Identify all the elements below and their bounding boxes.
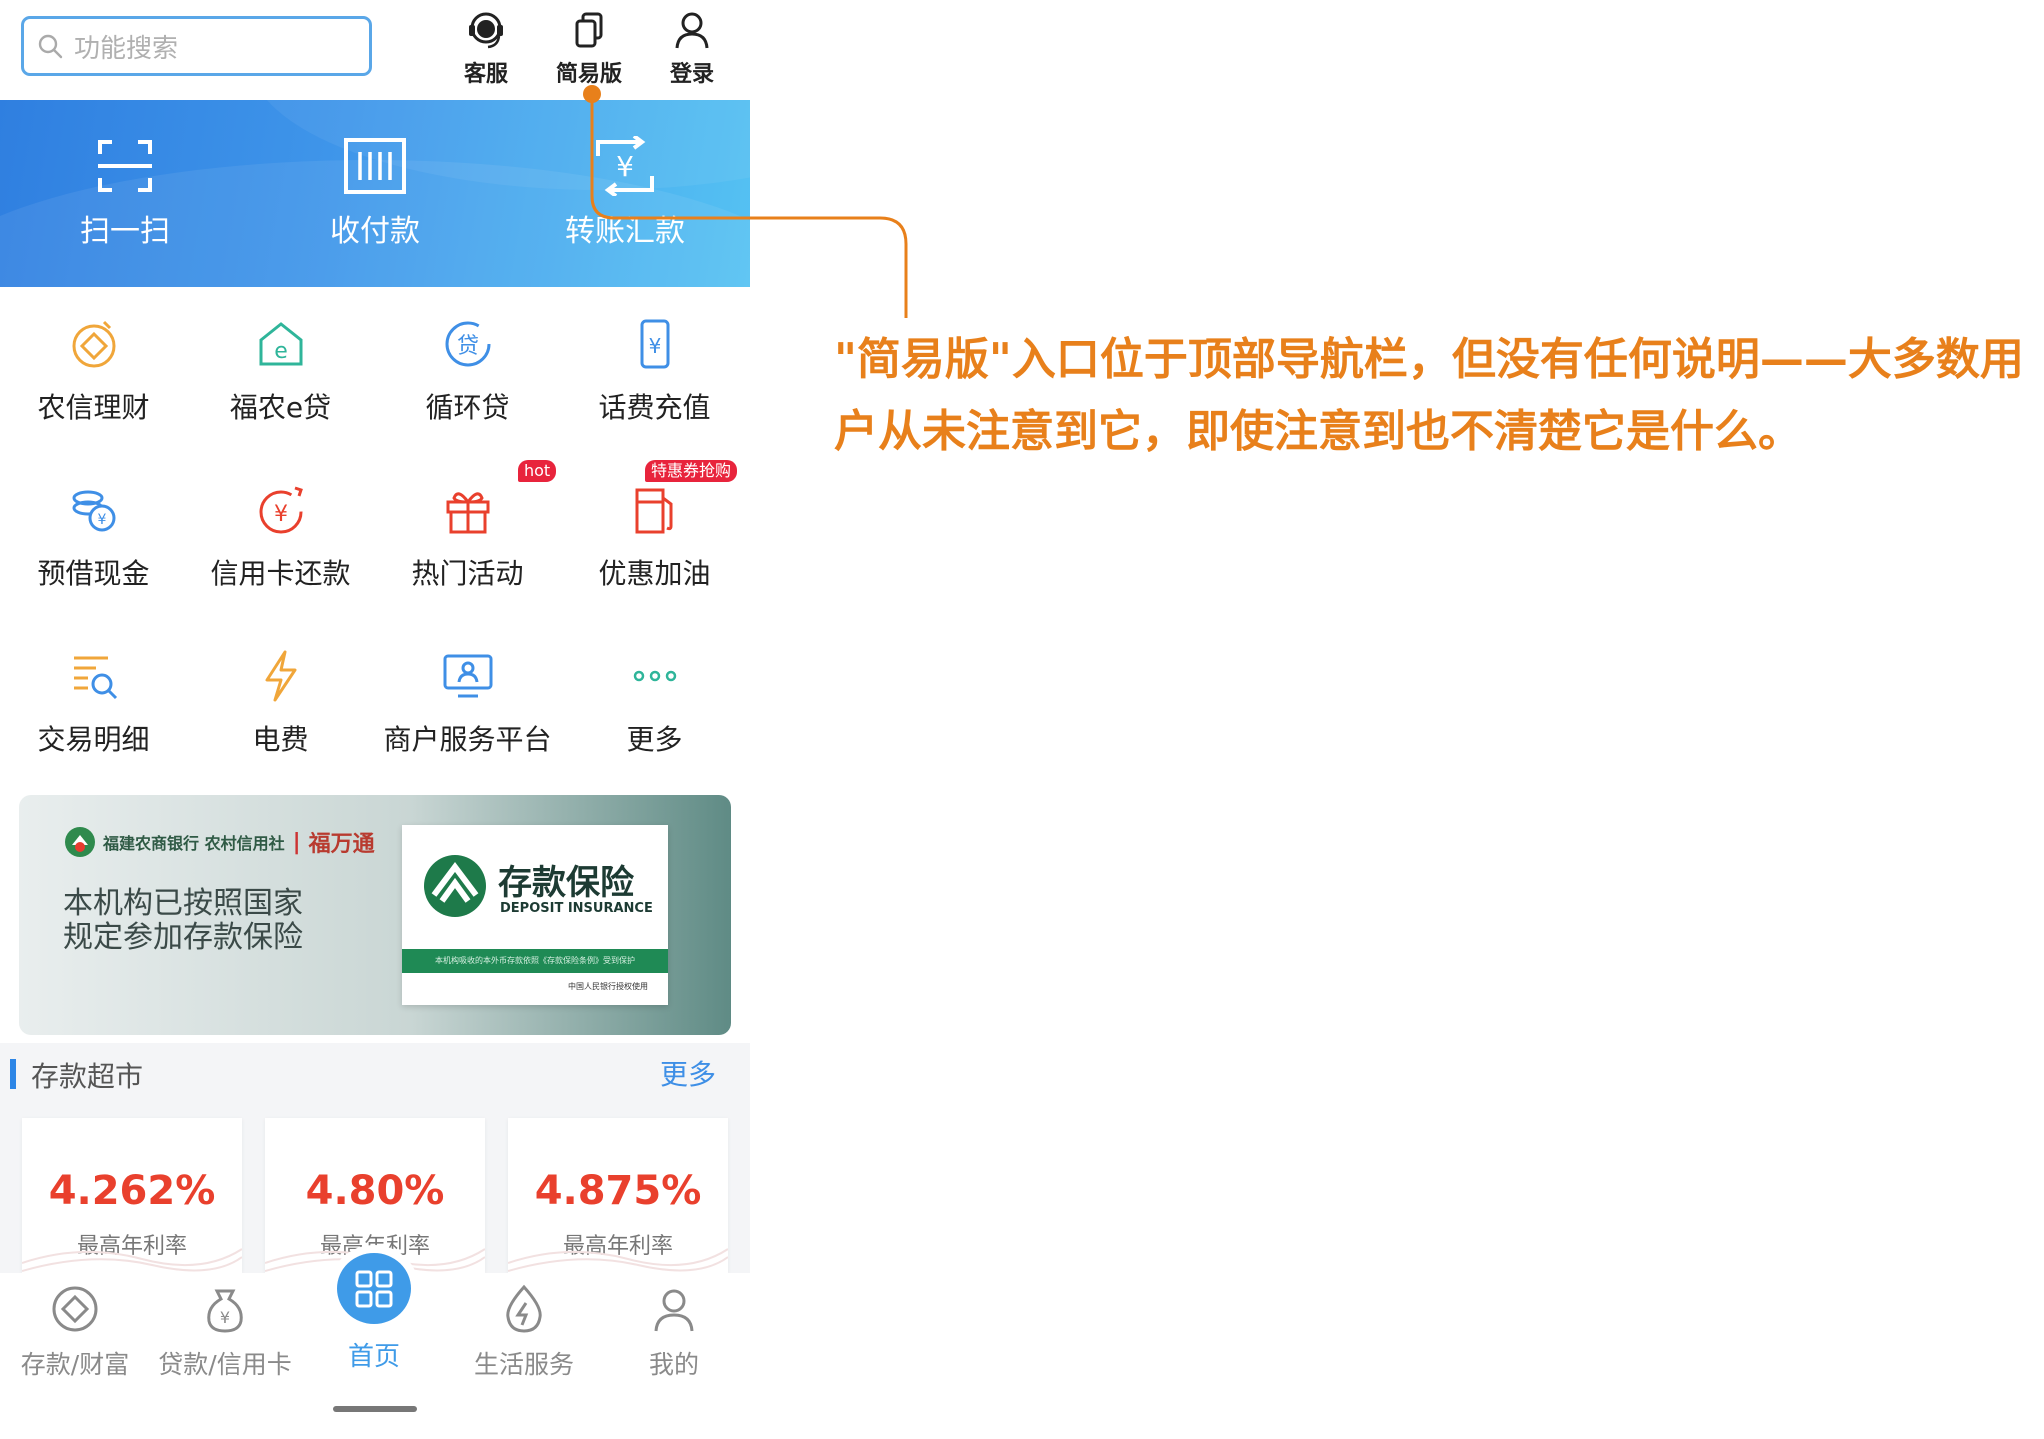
annotation-dot xyxy=(583,85,601,103)
annotation-text: "简易版"入口位于顶部导航栏，但没有任何说明——大多数用户从未注意到它，即使注意… xyxy=(834,334,2024,457)
annotation-connector xyxy=(583,85,908,318)
